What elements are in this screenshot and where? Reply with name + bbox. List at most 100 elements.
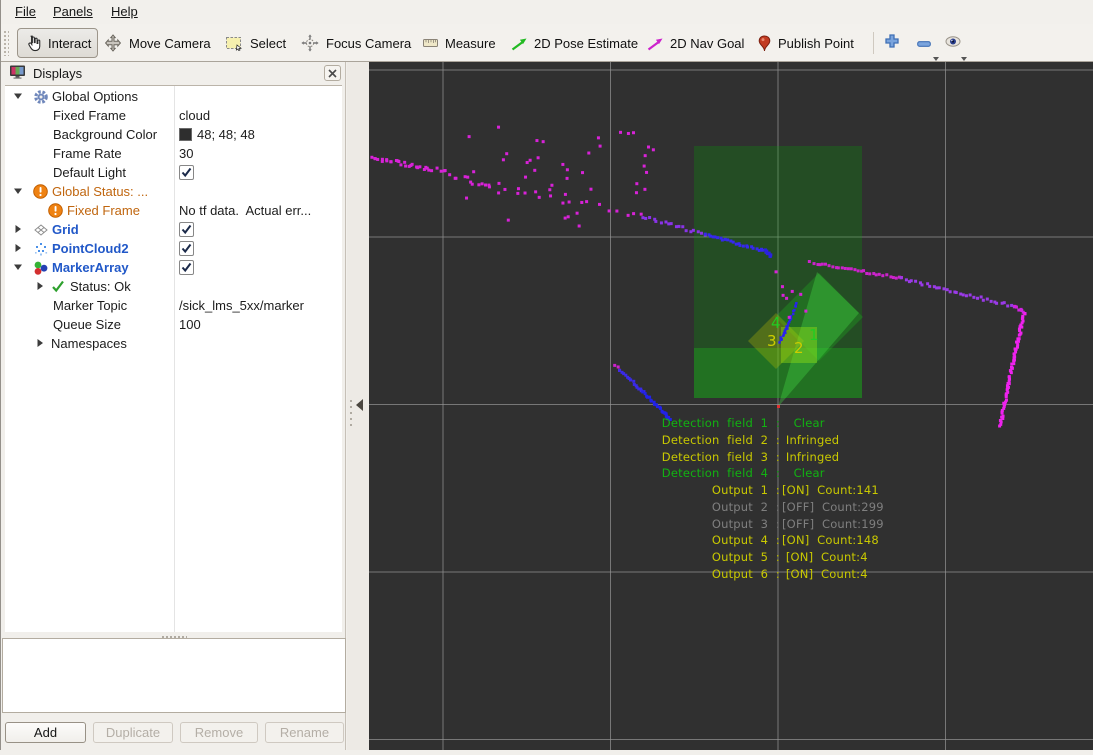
tree-row-grid[interactable]: Grid bbox=[5, 220, 342, 239]
expander-down-icon[interactable] bbox=[13, 186, 23, 196]
tool-focus-camera[interactable]: Focus Camera bbox=[293, 28, 419, 58]
panel-buttons: Add Duplicate Remove Rename bbox=[1, 721, 346, 745]
tool-select[interactable]: Select bbox=[217, 28, 294, 58]
viewport-canvas[interactable]: 43 12 bbox=[369, 62, 1093, 750]
tree-row-markerarray[interactable]: MarkerArray bbox=[5, 258, 342, 277]
overlay-line: Output 1 : [ON] Count:141 bbox=[711, 483, 879, 498]
displays-panel: Displays Global Options Fixed Frame cloud B… bbox=[1, 62, 346, 750]
overlay-line: Detection field 1 : Clear bbox=[661, 416, 825, 430]
tree-label: Fixed Frame bbox=[67, 203, 140, 218]
tree-value[interactable] bbox=[179, 260, 194, 275]
color-swatch bbox=[179, 128, 192, 141]
tree-row-queue-size[interactable]: Queue Size 100 bbox=[5, 315, 342, 334]
overlay-line: Output 5 : [ON] Count:4 bbox=[711, 550, 868, 565]
tool-label: Interact bbox=[48, 35, 92, 51]
menu-panels[interactable]: Panels bbox=[53, 4, 93, 19]
expander-right-icon[interactable] bbox=[13, 243, 23, 253]
tree-value[interactable]: 100 bbox=[179, 317, 201, 332]
tool-label: Publish Point bbox=[778, 35, 854, 51]
tool-label: Move Camera bbox=[129, 35, 211, 51]
tree-label: Grid bbox=[52, 222, 79, 237]
tree-label: Status: Ok bbox=[70, 279, 131, 294]
tree-value[interactable] bbox=[179, 222, 194, 237]
tool-label: 2D Nav Goal bbox=[670, 35, 745, 51]
checkbox-checked[interactable] bbox=[179, 241, 194, 256]
expander-right-icon[interactable] bbox=[35, 281, 45, 291]
tree-value[interactable] bbox=[179, 165, 194, 180]
move-camera-icon bbox=[104, 34, 122, 52]
publish-point-icon bbox=[758, 34, 771, 52]
menu-file[interactable]: File bbox=[15, 4, 36, 19]
nav-goal-icon bbox=[647, 36, 663, 51]
tree-value[interactable]: cloud bbox=[179, 108, 210, 123]
menu-help[interactable]: Help bbox=[111, 4, 138, 19]
tool-move-camera[interactable]: Move Camera bbox=[96, 28, 219, 58]
tree-label: Frame Rate bbox=[53, 146, 122, 161]
displays-panel-title: Displays bbox=[33, 65, 83, 81]
detection-overlay: Detection field 1 : Clear Detection field… bbox=[369, 416, 1093, 584]
add-button[interactable]: Add bbox=[5, 722, 86, 743]
zoom-out-button[interactable] bbox=[917, 34, 931, 52]
visibility-button[interactable] bbox=[945, 34, 961, 52]
close-panel-button[interactable] bbox=[324, 65, 341, 81]
tool-measure[interactable]: Measure bbox=[415, 28, 504, 58]
tree-value[interactable] bbox=[179, 241, 194, 256]
tool-publish-point[interactable]: Publish Point bbox=[750, 28, 862, 58]
tree-value[interactable]: 30 bbox=[179, 146, 193, 161]
tree-row-background-color[interactable]: Background Color 48; 48; 48 bbox=[5, 125, 342, 144]
rename-button[interactable]: Rename bbox=[265, 722, 344, 743]
svg-text:4: 4 bbox=[771, 314, 781, 332]
zoom-in-button[interactable] bbox=[885, 34, 899, 53]
tool-label: Select bbox=[250, 35, 287, 51]
tree-value[interactable]: 48; 48; 48 bbox=[179, 127, 255, 142]
displays-tree: Global Options Fixed Frame cloud Background… bbox=[5, 85, 342, 632]
tree-label: Background Color bbox=[53, 127, 158, 142]
tool-interact[interactable]: Interact bbox=[17, 28, 99, 58]
tree-row-global-options[interactable]: Global Options bbox=[5, 87, 342, 106]
pointcloud-icon bbox=[33, 241, 49, 257]
overlay-line: Detection field 3 : Infringed bbox=[661, 449, 840, 464]
gear-icon bbox=[33, 89, 49, 105]
overlay-line: Detection field 4 : Clear bbox=[661, 466, 825, 481]
menu-bar: File Panels Help bbox=[1, 0, 1093, 24]
tree-label: Marker Topic bbox=[53, 298, 128, 313]
tree-value[interactable]: /sick_lms_5xx/marker bbox=[179, 298, 304, 313]
tree-row-status-ok[interactable]: Status: Ok bbox=[5, 277, 342, 296]
remove-button[interactable]: Remove bbox=[180, 722, 258, 743]
tree-row-default-light[interactable]: Default Light bbox=[5, 163, 342, 182]
overlay-line: Output 4 : [ON] Count:148 bbox=[711, 533, 879, 548]
vertical-splitter[interactable] bbox=[347, 62, 369, 750]
tree-row-namespaces[interactable]: Namespaces bbox=[5, 334, 342, 353]
tool-label: 2D Pose Estimate bbox=[534, 35, 639, 51]
checkbox-checked[interactable] bbox=[179, 165, 194, 180]
overlay-line: Output 2 : [OFF] Count:299 bbox=[711, 499, 884, 514]
value-text: 30 bbox=[179, 146, 194, 161]
tool-2d-pose-estimate[interactable]: 2D Pose Estimate bbox=[503, 28, 646, 58]
expander-right-icon[interactable] bbox=[13, 224, 23, 234]
help-box bbox=[2, 638, 346, 713]
warning-icon bbox=[48, 203, 63, 218]
duplicate-button[interactable]: Duplicate bbox=[93, 722, 173, 743]
3d-viewport[interactable]: 4 3 1 2 Detection field 1 : Clear Detection f… bbox=[369, 62, 1093, 750]
expander-down-icon[interactable] bbox=[13, 91, 23, 101]
expander-right-icon[interactable] bbox=[35, 338, 45, 348]
displays-icon bbox=[9, 64, 26, 83]
tree-value[interactable]: No tf data. Actual err... bbox=[179, 203, 311, 218]
value-text: 100 bbox=[179, 317, 201, 332]
tree-row-pointcloud2[interactable]: PointCloud2 bbox=[5, 239, 342, 258]
expander-down-icon[interactable] bbox=[13, 262, 23, 272]
checkbox-checked[interactable] bbox=[179, 260, 194, 275]
svg-text:3: 3 bbox=[767, 332, 777, 350]
tool-2d-nav-goal[interactable]: 2D Nav Goal bbox=[639, 28, 752, 58]
tree-row-frame-rate[interactable]: Frame Rate 30 bbox=[5, 144, 342, 163]
svg-text:2: 2 bbox=[794, 339, 804, 357]
checkbox-checked[interactable] bbox=[179, 222, 194, 237]
collapse-panel-arrow-icon[interactable] bbox=[356, 398, 363, 416]
tree-row-fixed-frame[interactable]: Fixed Frame cloud bbox=[5, 106, 342, 125]
tree-label: Default Light bbox=[53, 165, 126, 180]
tree-row-global-status-[interactable]: Global Status: ... bbox=[5, 182, 342, 201]
tree-label: MarkerArray bbox=[52, 260, 129, 275]
tree-row-marker-topic[interactable]: Marker Topic/sick_lms_5xx/marker bbox=[5, 296, 342, 315]
tree-row-fixed-frame[interactable]: Fixed Frame No tf data. Actual err... bbox=[5, 201, 342, 220]
toolbar-handle[interactable] bbox=[3, 30, 9, 56]
